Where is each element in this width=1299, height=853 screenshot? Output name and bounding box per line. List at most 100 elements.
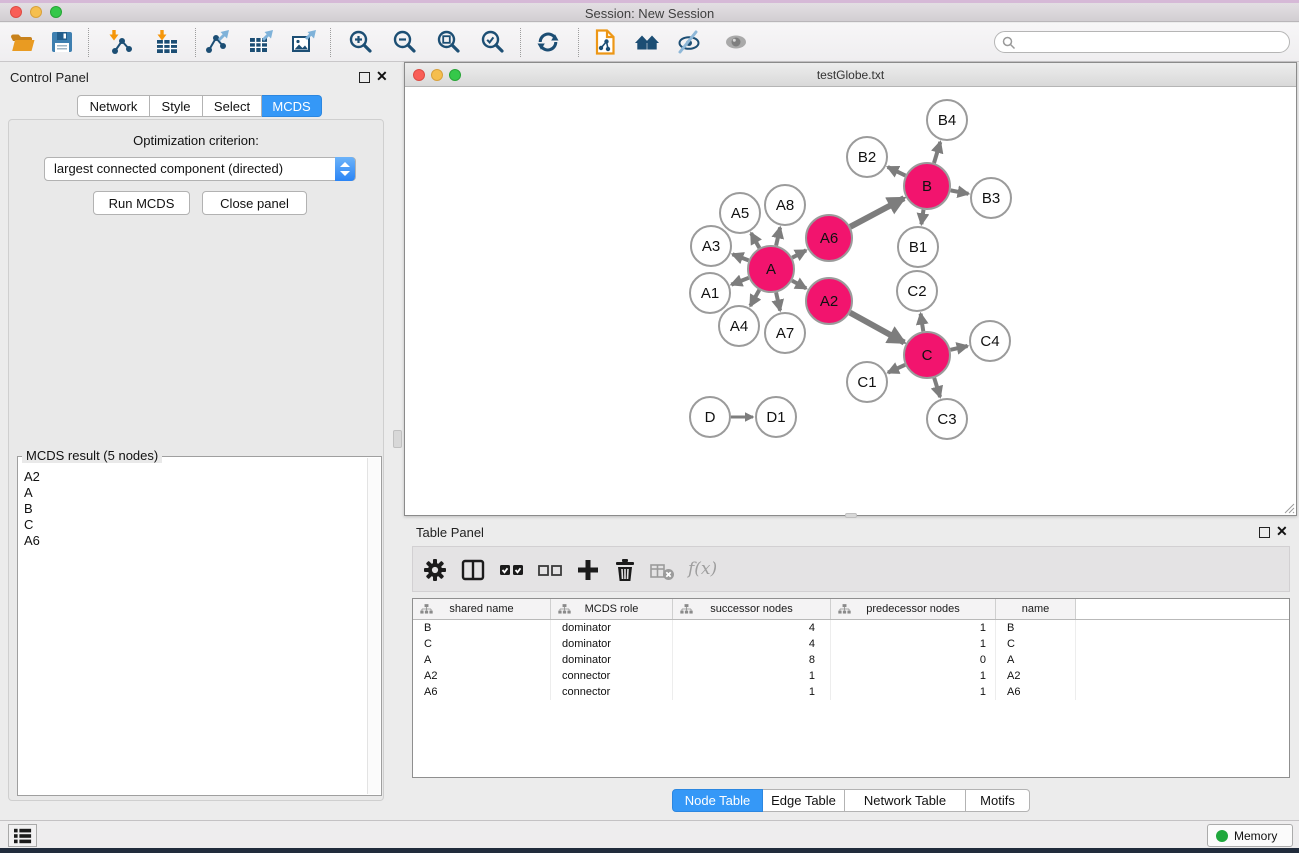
table-cell[interactable]: 8 [673,652,831,668]
zoom-in-icon[interactable] [348,29,374,55]
search-input[interactable] [1021,33,1281,51]
edge-B-B4[interactable] [934,142,940,163]
table-row[interactable]: Bdominator41B [413,620,1289,636]
edge-A-A4[interactable] [750,290,759,306]
node-A6[interactable]: A6 [806,215,852,261]
table-cell[interactable]: A2 [996,668,1076,684]
table-cell[interactable]: A6 [413,684,551,700]
result-item[interactable]: A [18,485,366,501]
select-all-icon[interactable] [499,557,525,583]
edge-A-A3[interactable] [733,254,749,260]
edge-B-B3[interactable] [951,190,969,193]
edge-C-C2[interactable] [921,314,924,332]
node-A1[interactable]: A1 [690,273,730,313]
import-network-icon[interactable] [107,29,133,55]
column-header-successor-nodes[interactable]: successor nodes [673,599,831,619]
table-cell[interactable]: 1 [831,684,996,700]
open-session-icon[interactable] [9,29,35,55]
vertical-splitter-handle[interactable] [393,430,402,448]
refresh-icon[interactable] [535,29,561,55]
node-C4[interactable]: C4 [970,321,1010,361]
table-cell[interactable]: 1 [831,636,996,652]
node-A5[interactable]: A5 [720,193,760,233]
edge-A2-C[interactable] [850,313,904,343]
table-row[interactable]: Cdominator41C [413,636,1289,652]
edge-C-C3[interactable] [934,378,940,397]
criterion-dropdown[interactable]: largest connected component (directed) [44,157,356,181]
task-history-button[interactable] [8,824,37,847]
table-cell[interactable]: connector [551,668,673,684]
node-B1[interactable]: B1 [898,227,938,267]
zoom-fit-icon[interactable] [436,29,462,55]
edge-B-B2[interactable] [888,167,906,176]
table-row[interactable]: A2connector11A2 [413,668,1289,684]
hide-panels-eye-slash-icon[interactable] [677,29,703,55]
table-cell[interactable]: 1 [673,668,831,684]
edge-A-A1[interactable] [731,278,748,285]
table-panel-close-icon[interactable]: ✕ [1276,523,1288,540]
table-cell[interactable]: A2 [413,668,551,684]
result-item[interactable]: B [18,501,366,517]
node-B2[interactable]: B2 [847,137,887,177]
table-cell[interactable]: A [413,652,551,668]
memory-button[interactable]: Memory [1207,824,1293,847]
table-cell[interactable]: 1 [831,668,996,684]
resize-grip-icon[interactable] [1282,501,1295,514]
export-table-icon[interactable] [248,29,274,55]
deselect-all-icon[interactable] [537,557,563,583]
edge-A-A6[interactable] [792,250,806,257]
result-scrollbar[interactable] [367,458,380,794]
column-browser-icon[interactable] [460,557,486,583]
node-A3[interactable]: A3 [691,226,731,266]
function-builder-icon[interactable]: f(x) [688,559,717,579]
table-cell[interactable]: C [413,636,551,652]
node-B4[interactable]: B4 [927,100,967,140]
network-graph-canvas[interactable]: B4B2BB3A8A5A6A3B1AC2A1A2A4A7C4CC1C3DD1 [405,87,1296,516]
table-row[interactable]: Adominator80A [413,652,1289,668]
edge-B-B1[interactable] [921,210,923,225]
table-cell[interactable]: 1 [831,620,996,636]
control-panel-float-icon[interactable] [359,72,370,83]
result-item[interactable]: A2 [18,469,366,485]
edge-C-C4[interactable] [950,346,967,350]
table-cell[interactable]: dominator [551,652,673,668]
node-A4[interactable]: A4 [719,306,759,346]
column-header-name[interactable]: name [996,599,1076,619]
zoom-selected-icon[interactable] [480,29,506,55]
node-C1[interactable]: C1 [847,362,887,402]
node-D[interactable]: D [690,397,730,437]
node-C[interactable]: C [904,332,950,378]
edge-A-A5[interactable] [751,233,759,248]
table-cell[interactable]: A [996,652,1076,668]
export-image-icon[interactable] [291,29,317,55]
table-tab-network-table[interactable]: Network Table [845,789,966,812]
control-tab-style[interactable]: Style [150,95,203,117]
import-table-icon[interactable] [154,29,180,55]
control-panel-close-icon[interactable]: ✕ [376,68,388,85]
edge-A6-B[interactable] [850,198,904,227]
table-cell[interactable]: A6 [996,684,1076,700]
result-item[interactable]: A6 [18,533,366,549]
add-column-icon[interactable] [575,557,601,583]
delete-table-icon[interactable] [649,557,675,583]
table-panel-float-icon[interactable] [1259,527,1270,538]
node-C2[interactable]: C2 [897,271,937,311]
column-settings-gear-icon[interactable] [422,557,448,583]
control-tab-network[interactable]: Network [77,95,150,117]
node-B3[interactable]: B3 [971,178,1011,218]
node-D1[interactable]: D1 [756,397,796,437]
column-header-predecessor-nodes[interactable]: predecessor nodes [831,599,996,619]
table-cell[interactable]: dominator [551,636,673,652]
table-tab-motifs[interactable]: Motifs [966,789,1030,812]
home-icon[interactable] [634,29,660,55]
table-cell[interactable]: 4 [673,620,831,636]
delete-column-icon[interactable] [612,557,638,583]
column-header-shared-name[interactable]: shared name [413,599,551,619]
table-cell[interactable]: B [413,620,551,636]
close-panel-button[interactable]: Close panel [202,191,307,215]
run-mcds-button[interactable]: Run MCDS [93,191,190,215]
result-item[interactable]: C [18,517,366,533]
clone-network-view-icon[interactable] [592,29,618,55]
edge-A-A2[interactable] [792,281,806,289]
table-tab-edge-table[interactable]: Edge Table [763,789,845,812]
